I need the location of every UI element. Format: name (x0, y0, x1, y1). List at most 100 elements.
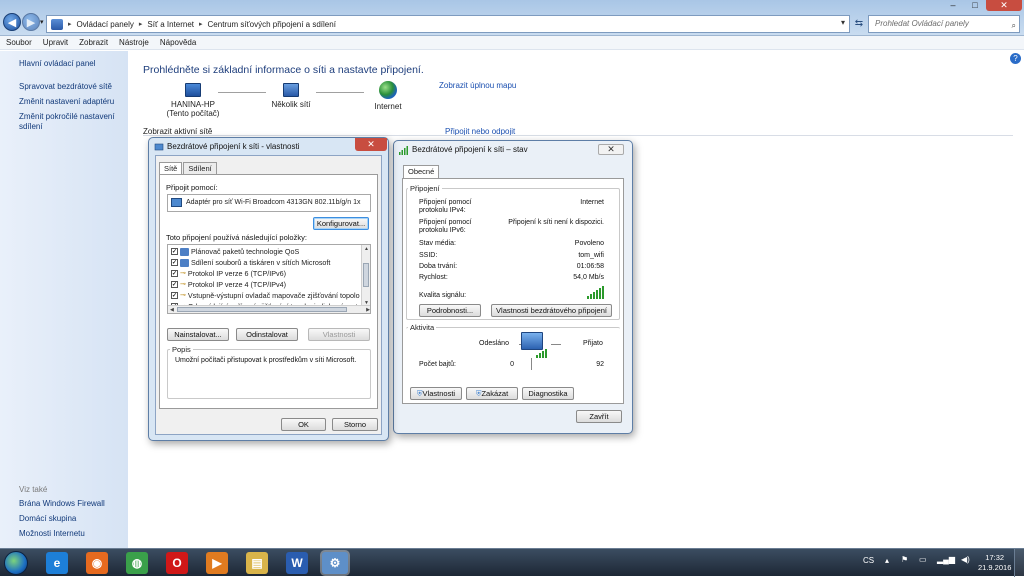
configure-button[interactable]: Konfigurovat... (313, 217, 369, 230)
disable-button[interactable]: ⛨Zakázat (466, 387, 518, 400)
node-name: HANINA-HP (170, 100, 215, 109)
wireless-properties-button[interactable]: Vlastnosti bezdrátového připojení (491, 304, 612, 317)
list-item[interactable]: ✓ Sdílení souborů a tiskáren v sítích Mi… (171, 257, 330, 268)
list-item[interactable]: ✓ ⊸ Protokol IP verze 4 (TCP/IPv4) (171, 279, 286, 290)
ipv4-label-line2: protokolu IPv4: (419, 207, 466, 214)
diagnose-button[interactable]: Diagnostika (522, 387, 574, 400)
control-panel-taskbar-icon[interactable]: ⚙ (322, 552, 348, 574)
show-desktop-button[interactable] (1014, 549, 1024, 577)
horizontal-scrollbar[interactable]: ◀ ▶ (168, 305, 370, 313)
sidebar-item-homegroup[interactable]: Domácí skupina (19, 514, 119, 524)
flag-icon[interactable]: ⚑ (901, 555, 908, 564)
menu-help[interactable]: Nápověda (160, 36, 196, 49)
chevron-right-icon[interactable]: ▸ (68, 20, 72, 28)
dialog-title: Bezdrátové připojení k síti - vlastnosti (167, 142, 300, 151)
description-label: Popis (170, 345, 193, 354)
list-item-label: Protokol IP verze 6 (TCP/IPv6) (187, 269, 287, 278)
battery-icon[interactable]: ▭ (919, 555, 927, 564)
clock[interactable]: 17:32 21.9.2016 (978, 553, 1011, 573)
address-dropdown-icon[interactable]: ▾ (841, 18, 845, 27)
full-map-link[interactable]: Zobrazit úplnou mapu (439, 81, 516, 90)
menu-view[interactable]: Zobrazit (79, 36, 108, 49)
items-label: Toto připojení používá následující polož… (166, 233, 307, 242)
checkbox[interactable]: ✓ (171, 292, 178, 299)
protocol-icon: ⊸ (180, 270, 186, 277)
item-properties-button[interactable]: Vlastnosti (308, 328, 370, 341)
checkbox[interactable]: ✓ (171, 270, 178, 277)
button-label: Zakázat (481, 389, 509, 398)
clock-date: 21.9.2016 (978, 563, 1012, 572)
search-icon[interactable]: ⌕ (1012, 18, 1016, 34)
breadcrumb-network-internet[interactable]: Síť a Internet ▸ (147, 20, 202, 29)
word-icon[interactable]: W (286, 552, 308, 574)
breadcrumb-label: Ovládací panely (76, 19, 134, 29)
language-indicator[interactable]: CS (863, 556, 874, 565)
close-icon[interactable]: ✕ (598, 144, 624, 155)
media-player-icon[interactable]: ▶ (206, 552, 228, 574)
title-bar: – □ ✕ ◀ ▶ ▾ ▸ Ovládací panely ▸ Síť a Int… (0, 0, 1024, 36)
scroll-right-icon[interactable]: ▶ (366, 307, 370, 313)
menu-edit[interactable]: Upravit (43, 36, 68, 49)
ipv4-label-line1: Připojení pomocí (419, 199, 472, 206)
maximize-button[interactable]: □ (964, 0, 986, 11)
checkbox[interactable]: ✓ (171, 259, 178, 266)
menu-file[interactable]: Soubor (6, 36, 32, 49)
menu-tools[interactable]: Nástroje (119, 36, 149, 49)
breadcrumb-network-center[interactable]: Centrum síťových připojení a sdílení (208, 20, 336, 29)
back-icon[interactable]: ◀ (3, 13, 21, 31)
chrome-icon[interactable]: ◍ (126, 552, 148, 574)
sidebar-item-advanced-sharing[interactable]: Změnit pokročilé nastavení sdílení (19, 112, 119, 132)
bytes-divider (531, 358, 532, 370)
list-item[interactable]: ✓ ⊸ Protokol IP verze 6 (TCP/IPv6) (171, 268, 286, 279)
scroll-thumb[interactable] (177, 307, 347, 312)
address-bar[interactable]: ▸ Ovládací panely ▸ Síť a Internet ▸ Centr… (46, 15, 850, 33)
scroll-up-icon[interactable]: ▲ (364, 246, 369, 252)
search-input[interactable]: Prohledat Ovládací panely ⌕ (868, 15, 1020, 33)
tab-general[interactable]: Obecné (403, 165, 440, 178)
refresh-icon[interactable]: ⇆ (852, 15, 866, 33)
scroll-thumb[interactable] (363, 263, 369, 287)
cancel-button[interactable]: Storno (332, 418, 378, 431)
volume-icon[interactable]: ◀) (961, 555, 970, 564)
internet-explorer-icon[interactable]: e (46, 552, 68, 574)
close-window-button[interactable]: ✕ (986, 0, 1022, 11)
signal-label: Kvalita signálu: (419, 292, 467, 299)
file-explorer-icon[interactable]: ▤ (246, 552, 268, 574)
checkbox[interactable]: ✓ (171, 248, 178, 255)
list-item[interactable]: ✓ Plánovač paketů technologie QoS (171, 246, 299, 257)
status-properties-button[interactable]: ⛨Vlastnosti (410, 387, 462, 400)
details-button[interactable]: Podrobnosti... (419, 304, 481, 317)
list-item[interactable]: ✓ ⊸ Vstupně-výstupní ovladač mapovače zj… (171, 290, 360, 301)
sidebar-item-firewall[interactable]: Brána Windows Firewall (19, 499, 119, 509)
opera-icon[interactable]: O (166, 552, 188, 574)
sidebar-item-adapter-settings[interactable]: Změnit nastavení adaptéru (19, 97, 119, 107)
minimize-button[interactable]: – (942, 0, 964, 11)
help-icon[interactable]: ? (1010, 53, 1021, 64)
tray-expand-icon[interactable]: ▴ (885, 556, 889, 565)
install-button[interactable]: Nainstalovat... (167, 328, 229, 341)
breadcrumb-control-panel[interactable]: Ovládací panely ▸ (77, 20, 143, 29)
wifi-icon[interactable]: ▂▄▆ (937, 555, 955, 564)
adapter-name: Adaptér pro síť Wi-Fi Broadcom 4313GN 80… (186, 199, 361, 206)
status-tabs: Obecné (403, 165, 440, 178)
speed-label: Rychlost: (419, 274, 448, 281)
tab-sharing[interactable]: Sdílení (183, 162, 217, 174)
firefox-icon[interactable]: ◉ (86, 552, 108, 574)
sidebar-item-internet-options[interactable]: Možnosti Internetu (19, 529, 119, 539)
connect-using-label: Připojit pomocí: (166, 183, 218, 192)
uninstall-button[interactable]: Odinstalovat (236, 328, 298, 341)
components-list[interactable]: ✓ Plánovač paketů technologie QoS ✓ Sdíl… (167, 244, 371, 314)
forward-icon[interactable]: ▶ (22, 13, 40, 31)
close-icon[interactable]: ✕ (355, 138, 387, 151)
ok-button[interactable]: OK (281, 418, 326, 431)
history-dropdown-icon[interactable]: ▾ (40, 18, 44, 26)
vertical-scrollbar[interactable]: ▲ ▼ (361, 245, 370, 307)
sidebar-item-manage-wireless[interactable]: Spravovat bezdrátové sítě (19, 82, 119, 92)
scroll-left-icon[interactable]: ◀ (170, 307, 174, 313)
breadcrumb-label: Centrum síťových připojení a sdílení (207, 19, 336, 29)
start-button[interactable] (4, 551, 28, 575)
checkbox[interactable]: ✓ (171, 281, 178, 288)
sidebar-item-control-panel-home[interactable]: Hlavní ovládací panel (19, 59, 119, 69)
close-button[interactable]: Zavřít (576, 410, 622, 423)
activity-group-label: Aktivita (408, 323, 437, 332)
